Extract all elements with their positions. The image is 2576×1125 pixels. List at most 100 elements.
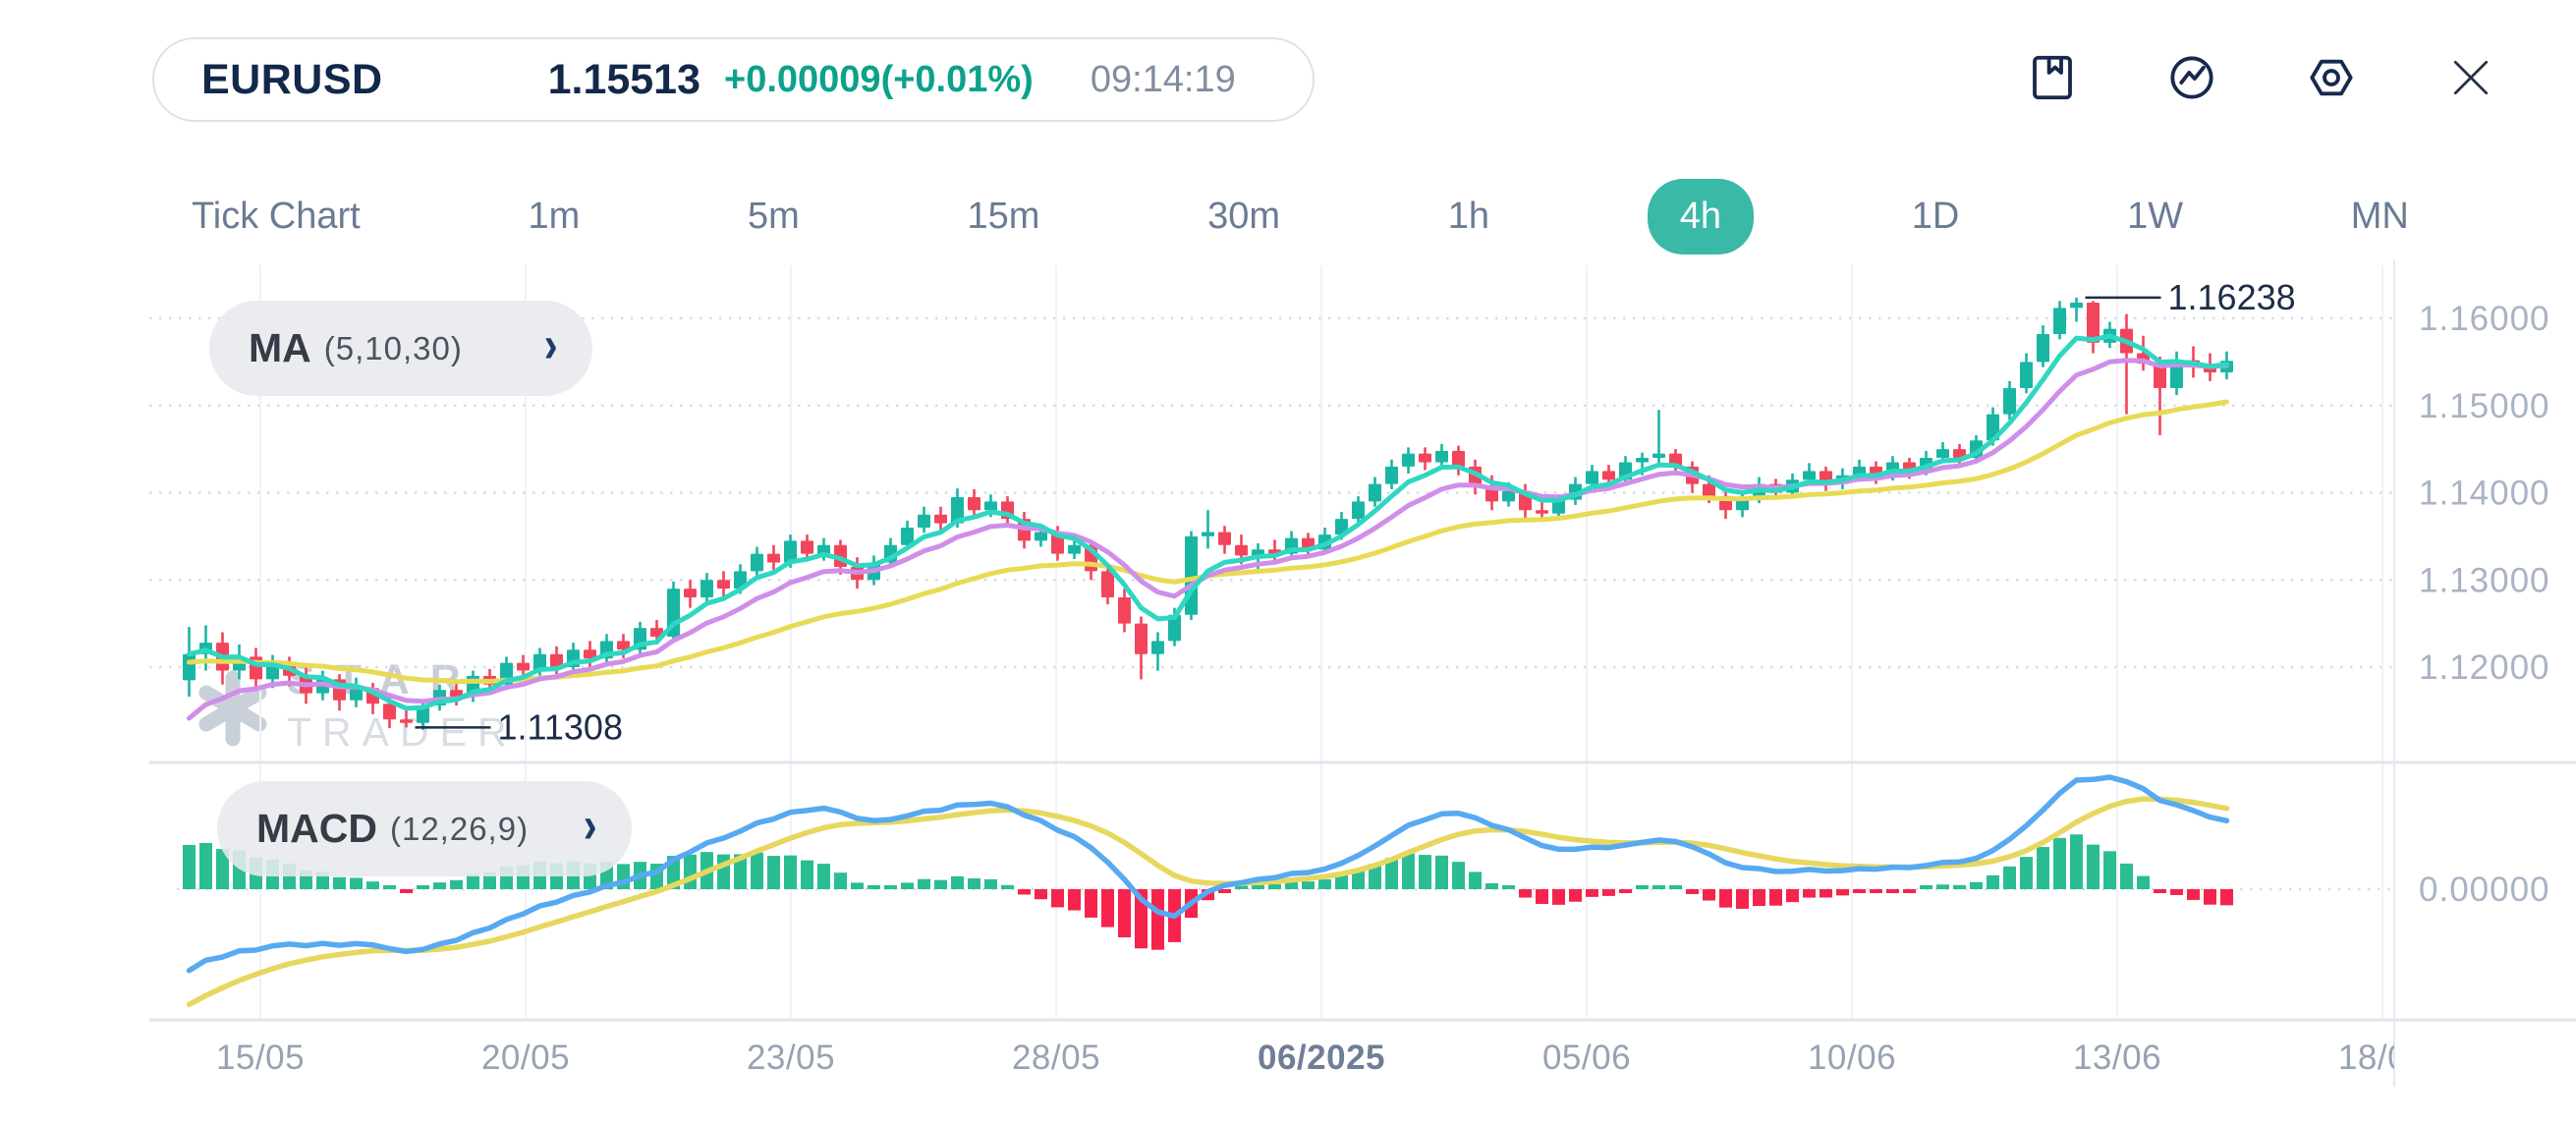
candle-body: [383, 703, 396, 719]
macd-histogram-bar: [2154, 889, 2166, 893]
candle-body: [1385, 467, 1398, 484]
macd-histogram-bar: [1786, 889, 1799, 902]
candle-body: [684, 589, 697, 597]
macd-histogram-bar: [684, 855, 697, 889]
candle-body: [1502, 491, 1515, 502]
tab-4h[interactable]: 4h: [1648, 179, 1754, 254]
candle-body: [1135, 624, 1148, 654]
macd-histogram-bar: [350, 877, 363, 889]
macd-histogram-bar: [767, 856, 780, 889]
settings-button[interactable]: [2305, 51, 2358, 104]
timeframe-tabs: Tick Chart 1m 5m 15m 30m 1h 4h 1D 1W MN: [182, 175, 2419, 257]
tab-1d[interactable]: 1D: [1902, 180, 1970, 253]
candle-body: [1586, 471, 1598, 483]
macd-histogram-bar: [884, 885, 897, 889]
macd-histogram-bar: [1151, 889, 1164, 950]
macd-histogram-bar: [1101, 889, 1114, 928]
candle-body: [1803, 471, 1816, 479]
candle-body: [2070, 303, 2083, 308]
high-price-label: 1.16238: [2168, 277, 2296, 317]
macd-histogram-bar: [801, 861, 813, 889]
candle-body: [1435, 451, 1448, 463]
macd-histogram-bar: [868, 885, 880, 889]
macd-histogram-bar: [817, 864, 830, 889]
macd-histogram-bar: [934, 880, 947, 889]
macd-histogram-bar: [1936, 884, 1949, 889]
ma-indicator-button[interactable]: MA (5,10,30) ›: [209, 301, 592, 396]
macd-histogram-bar: [1068, 889, 1081, 911]
quote-time: 09:14:19: [1091, 59, 1236, 101]
candle-body: [918, 515, 930, 528]
candle-body: [1452, 451, 1465, 467]
tab-15m[interactable]: 15m: [957, 180, 1049, 253]
macd-histogram-bar: [1402, 854, 1415, 889]
low-price-label: 1.11308: [498, 706, 623, 747]
svg-text:18/06: 18/06: [2338, 1039, 2427, 1077]
macd-indicator-name: MACD: [256, 806, 377, 852]
trading-app: { "header": { "symbol": "EURUSD", "price…: [0, 0, 2576, 1125]
tab-1w[interactable]: 1W: [2117, 180, 2193, 253]
chart-canvas[interactable]: 1.160001.150001.140001.130001.12000 0.000…: [0, 0, 2576, 1125]
macd-histogram-bar: [1569, 889, 1582, 902]
ma-indicator-name: MA: [249, 325, 311, 371]
candle-body: [1235, 545, 1248, 556]
svg-text:1.12000: 1.12000: [2419, 648, 2550, 687]
macd-indicator-params: (12,26,9): [390, 811, 529, 848]
header-actions: [2026, 51, 2497, 104]
chevron-right-icon: ›: [583, 800, 596, 851]
candle-body: [1352, 501, 1365, 519]
svg-text:1.14000: 1.14000: [2419, 475, 2550, 513]
tab-1h[interactable]: 1h: [1438, 180, 1499, 253]
date-axis-labels: 15/0520/0523/0528/0506/202505/0610/0613/…: [216, 1039, 2427, 1077]
svg-text:05/06: 05/06: [1542, 1039, 1631, 1077]
macd-histogram-bar: [1686, 889, 1699, 894]
tab-mn[interactable]: MN: [2341, 180, 2419, 253]
macd-histogram-bar: [968, 878, 980, 889]
candle-body: [801, 540, 813, 553]
tab-30m[interactable]: 30m: [1198, 180, 1290, 253]
macd-histogram-bar: [2037, 847, 2049, 889]
macd-histogram-bar: [2087, 845, 2100, 889]
macd-histogram-bar: [1987, 875, 1999, 889]
candle-body: [1068, 545, 1081, 554]
macd-histogram-bar: [1519, 889, 1532, 898]
macd-histogram-bar: [984, 879, 997, 889]
candle-body: [1369, 484, 1381, 502]
macd-histogram-bar: [1719, 889, 1732, 908]
tab-5m[interactable]: 5m: [738, 180, 810, 253]
tab-1m[interactable]: 1m: [518, 180, 589, 253]
settings-nut-icon: [2305, 51, 2358, 104]
macd-histogram-bar: [1619, 889, 1632, 893]
macd-histogram-bar: [1051, 889, 1064, 907]
macd-histogram-bar: [2204, 889, 2216, 905]
price-axis-labels: 1.160001.150001.140001.130001.12000: [2419, 300, 2550, 687]
macd-histogram-bar: [1268, 884, 1281, 889]
macd-histogram-bar: [1820, 889, 1832, 897]
macd-histogram-bar: [1435, 856, 1448, 889]
macd-histogram-bar: [1536, 889, 1548, 904]
svg-text:1.16000: 1.16000: [2419, 300, 2550, 338]
candle-body: [767, 554, 780, 563]
candle-body: [1185, 536, 1198, 615]
close-button[interactable]: [2444, 51, 2497, 104]
macd-histogram-bar: [1736, 889, 1749, 909]
candle-body: [183, 654, 196, 681]
bookmark-button[interactable]: [2026, 51, 2079, 104]
macd-histogram-bar: [1118, 889, 1131, 937]
macd-histogram-bar: [2137, 876, 2150, 889]
price-change: +0.00009(+0.01%): [724, 59, 1034, 101]
macd-histogram-bar: [1552, 889, 1565, 905]
macd-indicator-button[interactable]: MACD (12,26,9) ›: [217, 781, 632, 876]
chart-type-button[interactable]: [2165, 51, 2218, 104]
macd-histogram-bar: [1452, 862, 1465, 889]
macd-histogram-bar: [1652, 885, 1665, 889]
macd-histogram-bar: [1586, 889, 1598, 897]
macd-histogram-bar: [1836, 889, 1849, 895]
macd-zero-label: 0.00000: [2419, 871, 2550, 909]
candle-body: [1035, 532, 1047, 540]
macd-histogram-bar: [2103, 851, 2116, 889]
macd-histogram-bar: [433, 882, 446, 889]
macd-histogram-bar: [851, 882, 864, 889]
macd-histogram-bar: [1252, 885, 1264, 889]
tab-tick-chart[interactable]: Tick Chart: [182, 180, 370, 253]
